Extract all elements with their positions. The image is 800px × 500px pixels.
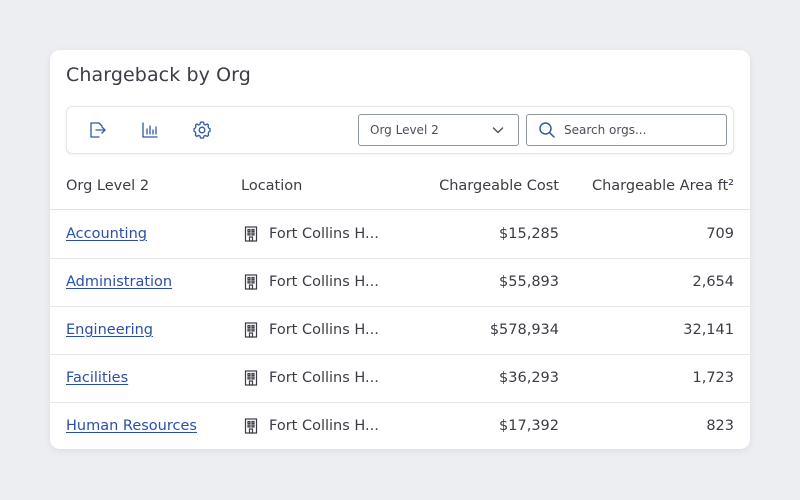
area-cell: 2,654 — [692, 274, 734, 290]
org-level-select[interactable]: Org Level 2 — [358, 114, 519, 146]
building-icon — [244, 226, 258, 242]
table-row: Administration Fort Collins H... $55,893… — [50, 259, 750, 307]
location-text: Fort Collins H... — [269, 274, 379, 290]
org-link[interactable]: Human Resources — [66, 418, 197, 434]
table-row: Human Resources Fort Collins H... $17,39… — [50, 403, 750, 449]
cost-cell: $15,285 — [499, 226, 559, 242]
org-link[interactable]: Administration — [66, 274, 172, 290]
gear-icon[interactable] — [191, 119, 213, 141]
area-cell: 1,723 — [692, 370, 734, 386]
chevron-down-icon — [492, 127, 504, 134]
export-icon[interactable] — [86, 119, 108, 141]
search-icon — [539, 122, 555, 138]
location-cell: Fort Collins H... — [244, 370, 379, 386]
cost-cell: $578,934 — [489, 322, 559, 338]
toolbar: Org Level 2 — [66, 106, 734, 154]
building-icon — [244, 418, 258, 434]
location-text: Fort Collins H... — [269, 322, 379, 338]
location-text: Fort Collins H... — [269, 418, 379, 434]
cost-cell: $55,893 — [499, 274, 559, 290]
bar-chart-icon[interactable] — [139, 119, 161, 141]
column-header-org[interactable]: Org Level 2 — [66, 178, 149, 194]
org-level-select-value: Org Level 2 — [370, 123, 439, 137]
location-cell: Fort Collins H... — [244, 274, 379, 290]
table-row: Facilities Fort Collins H... $36,293 1,7… — [50, 355, 750, 403]
org-link[interactable]: Engineering — [66, 322, 153, 338]
area-cell: 823 — [706, 418, 734, 434]
org-link[interactable]: Facilities — [66, 370, 128, 386]
table-row: Engineering Fort Collins H... $578,934 3… — [50, 307, 750, 355]
building-icon — [244, 322, 258, 338]
table-header: Org Level 2 Location Chargeable Cost Cha… — [50, 168, 750, 210]
card-title: Chargeback by Org — [66, 64, 251, 86]
location-cell: Fort Collins H... — [244, 226, 379, 242]
column-header-location[interactable]: Location — [241, 178, 302, 194]
column-header-cost[interactable]: Chargeable Cost — [439, 178, 559, 194]
building-icon — [244, 370, 258, 386]
column-header-area[interactable]: Chargeable Area ft² — [592, 178, 734, 194]
location-text: Fort Collins H... — [269, 370, 379, 386]
building-icon — [244, 274, 258, 290]
org-link[interactable]: Accounting — [66, 226, 147, 242]
location-cell: Fort Collins H... — [244, 322, 379, 338]
table-row: Accounting Fort Collins H... $15,285 709 — [50, 211, 750, 259]
chargeback-card: Chargeback by Org Org Level 2 Search org… — [50, 50, 750, 449]
search-input[interactable] — [564, 123, 714, 137]
cost-cell: $17,392 — [499, 418, 559, 434]
cost-cell: $36,293 — [499, 370, 559, 386]
location-cell: Fort Collins H... — [244, 418, 379, 434]
area-cell: 709 — [706, 226, 734, 242]
search-box[interactable] — [526, 114, 727, 146]
location-text: Fort Collins H... — [269, 226, 379, 242]
area-cell: 32,141 — [683, 322, 734, 338]
